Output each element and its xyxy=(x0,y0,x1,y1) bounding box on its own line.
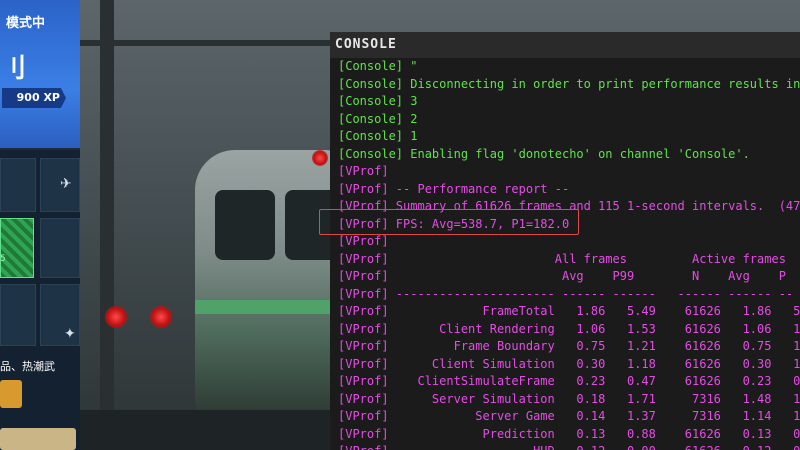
bottom-card[interactable] xyxy=(0,428,76,450)
utility-pole-crossarm xyxy=(80,40,330,46)
console-line: [VProf] xyxy=(338,164,389,178)
console-line: [VProf] All frames Active frames xyxy=(338,251,786,266)
console-line: [Console] 2 xyxy=(338,111,418,126)
console-line: [VProf] Client Simulation 0.30 1.18 6162… xyxy=(338,356,800,371)
console-line: [Console] 3 xyxy=(338,94,418,108)
game-hud-panel: 模式中 刂 900 XP ✈ 5 ✦ 品、热潮武 xyxy=(0,0,80,450)
gold-item-icon xyxy=(0,380,22,408)
console-line: [VProf] HUD 0.12 0.00 61626 0.12 0 xyxy=(330,443,800,450)
console-line: [VProf] Client Rendering 1.06 1.53 61626… xyxy=(338,321,800,336)
inventory-tile[interactable] xyxy=(0,284,36,346)
crossing-light xyxy=(150,306,172,328)
console-line: [VProf] -- Performance report -- xyxy=(338,181,570,196)
mode-glyph: 刂 xyxy=(0,54,27,84)
item-category-label: 品、热潮武 xyxy=(0,360,55,373)
console-line: [VProf] ---------------------- ------ --… xyxy=(338,286,794,301)
utility-pole xyxy=(100,0,114,450)
console-line: [Console] " xyxy=(338,59,418,73)
console-line: [Console] Enabling flag 'donotecho' on c… xyxy=(338,146,750,161)
green-item-card[interactable] xyxy=(0,218,34,278)
train-window xyxy=(215,190,275,260)
inventory-tile[interactable] xyxy=(40,218,80,278)
weapon-icon: ✈ xyxy=(60,176,72,192)
mode-text: 模式中 xyxy=(6,16,46,31)
console-line: [VProf] ClientSimulateFrame 0.23 0.47 61… xyxy=(338,374,800,388)
item-count: 5 xyxy=(0,254,6,264)
console-line: [VProf] xyxy=(338,234,389,248)
console-line: [VProf] FrameTotal 1.86 5.49 61626 1.86 … xyxy=(338,304,800,318)
console-line: [Console] Disconnecting in order to prin… xyxy=(338,76,800,91)
console-line: [VProf] Avg P99 N Avg P xyxy=(338,269,786,283)
console-line: [VProf] Server Game 0.14 1.37 7316 1.14 … xyxy=(338,409,800,423)
fps-highlight-box xyxy=(319,209,579,235)
console-line: [Console] 1 xyxy=(338,129,418,143)
mode-card[interactable]: 模式中 刂 900 XP xyxy=(0,0,80,148)
console-line: [VProf] Prediction 0.13 0.88 61626 0.13 … xyxy=(338,426,800,441)
xp-badge: 900 XP xyxy=(2,88,66,108)
sparkle-icon: ✦ xyxy=(64,326,76,342)
console-window[interactable]: CONSOLE [Console] " [Console] Disconnecti… xyxy=(330,32,800,450)
console-line: [VProf] Frame Boundary 0.75 1.21 61626 0… xyxy=(338,339,800,353)
console-line: [VProf] Server Simulation 0.18 1.71 7316… xyxy=(338,391,800,406)
crossing-light xyxy=(312,150,328,166)
console-title: CONSOLE xyxy=(330,32,800,58)
ground xyxy=(80,410,340,450)
crossing-light xyxy=(105,306,127,328)
console-log[interactable]: [Console] " [Console] Disconnecting in or… xyxy=(330,58,800,450)
inventory-tile[interactable] xyxy=(0,158,36,212)
